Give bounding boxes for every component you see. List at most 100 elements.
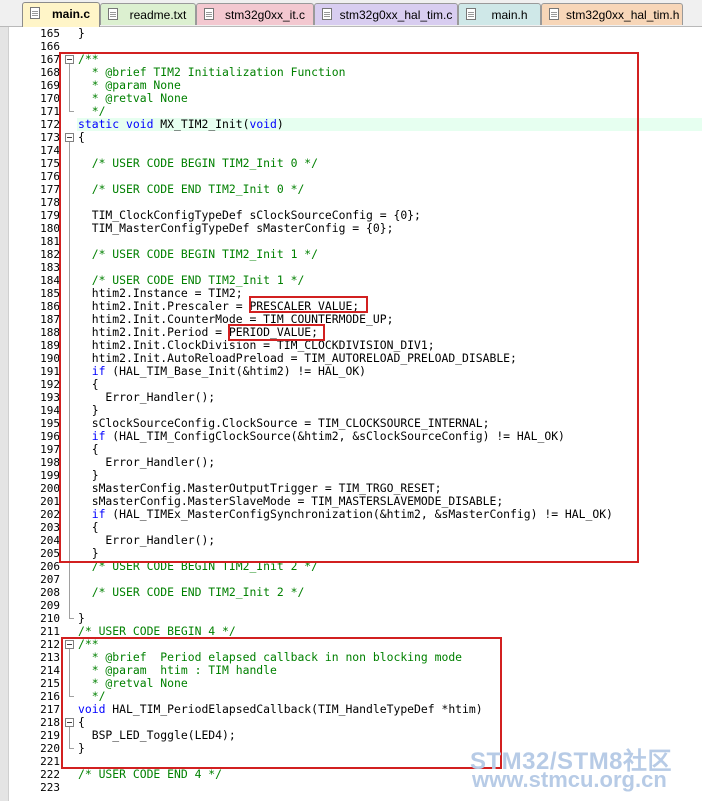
tab-label: main.h: [491, 8, 528, 22]
line-number: 181: [40, 235, 60, 248]
line-number: 215: [40, 677, 60, 690]
line-number: 212: [40, 638, 60, 651]
line-number: 188: [40, 326, 60, 339]
code-line[interactable]: if (HAL_TIM_Base_Init(&htim2) != HAL_OK): [78, 365, 366, 378]
line-number: 207: [40, 573, 60, 586]
code-line[interactable]: if (HAL_TIMEx_MasterConfigSynchronizatio…: [78, 508, 613, 521]
line-number: 196: [40, 430, 60, 443]
line-number: 173: [40, 131, 60, 144]
line-number: 203: [40, 521, 60, 534]
line-number: 202: [40, 508, 60, 521]
fold-guide: [69, 64, 70, 112]
tab-label: main.c: [51, 7, 90, 21]
file-icon: [204, 8, 214, 20]
line-number: 168: [40, 66, 60, 79]
tab-main-h[interactable]: main.h: [458, 3, 541, 25]
line-number: 183: [40, 261, 60, 274]
line-number: 166: [40, 40, 60, 53]
line-number: 220: [40, 742, 60, 755]
line-number: 177: [40, 183, 60, 196]
line-number: 184: [40, 274, 60, 287]
line-number: 211: [40, 625, 60, 638]
line-number: 198: [40, 456, 60, 469]
fold-toggle-icon[interactable]: [65, 133, 74, 142]
tab-label: readme.txt: [129, 8, 187, 22]
code-line[interactable]: {: [78, 131, 85, 144]
line-number: 210: [40, 612, 60, 625]
code-line[interactable]: }: [78, 742, 85, 755]
line-number: 165: [40, 27, 60, 40]
line-number: 169: [40, 79, 60, 92]
line-number: 214: [40, 664, 60, 677]
watermark-url: www.stmcu.org.cn: [472, 767, 667, 792]
line-number: 189: [40, 339, 60, 352]
tab-stm32g0xx-hal-tim-c[interactable]: stm32g0xx_hal_tim.c: [314, 3, 458, 25]
editor-left-margin: [0, 27, 9, 801]
tab-main-c[interactable]: main.c: [22, 2, 100, 27]
line-number: 194: [40, 404, 60, 417]
line-number: 185: [40, 287, 60, 300]
code-line[interactable]: /* USER CODE END TIM2_Init 0 */: [78, 183, 305, 196]
line-number: 221: [40, 755, 60, 768]
line-number: 171: [40, 105, 60, 118]
fold-toggle-icon[interactable]: [65, 718, 74, 727]
line-number: 175: [40, 157, 60, 170]
line-number: 199: [40, 469, 60, 482]
tab-stm32g0xx-hal-tim-h[interactable]: stm32g0xx_hal_tim.h: [541, 3, 683, 25]
line-number: 192: [40, 378, 60, 391]
tab-label: stm32g0xx_hal_tim.c: [339, 8, 453, 22]
tab-stm32g0xx-it-c[interactable]: stm32g0xx_it.c: [196, 3, 314, 25]
line-number: 206: [40, 560, 60, 573]
line-number: 201: [40, 495, 60, 508]
code-line[interactable]: BSP_LED_Toggle(LED4);: [78, 729, 236, 742]
line-number: 180: [40, 222, 60, 235]
fold-toggle-icon[interactable]: [65, 55, 74, 64]
file-icon: [108, 8, 118, 20]
line-number: 217: [40, 703, 60, 716]
code-line[interactable]: /* USER CODE BEGIN TIM2_Init 1 */: [78, 248, 318, 261]
tab-bar: main.c readme.txt stm32g0xx_it.c stm32g0xx_…: [0, 0, 702, 27]
line-number: 204: [40, 534, 60, 547]
line-number: 174: [40, 144, 60, 157]
code-editor[interactable]: 165} 166 167/** 168 * @brief TIM2 Initializ…: [0, 27, 702, 801]
fold-guide: [69, 142, 70, 619]
file-icon: [549, 8, 559, 20]
code-line[interactable]: /* USER CODE BEGIN TIM2_Init 0 */: [78, 157, 318, 170]
code-line[interactable]: /* USER CODE END 4 */: [78, 768, 222, 781]
line-number: 197: [40, 443, 60, 456]
code-line[interactable]: /* USER CODE BEGIN 4 */: [78, 625, 236, 638]
file-icon: [466, 8, 476, 20]
line-number: 223: [40, 781, 60, 794]
line-number: 222: [40, 768, 60, 781]
line-number: 186: [40, 300, 60, 313]
code-line[interactable]: /* USER CODE BEGIN TIM2_Init 2 */: [78, 560, 318, 573]
tab-label: stm32g0xx_it.c: [224, 8, 306, 22]
line-number: 218: [40, 716, 60, 729]
line-number: 216: [40, 690, 60, 703]
code-line[interactable]: static void MX_TIM2_Init(void): [78, 118, 284, 131]
line-number: 208: [40, 586, 60, 599]
file-icon: [30, 7, 40, 19]
line-number: 172: [40, 118, 60, 131]
code-line[interactable]: if (HAL_TIM_ConfigClockSource(&htim2, &s…: [78, 430, 565, 443]
line-number: 190: [40, 352, 60, 365]
line-number: 195: [40, 417, 60, 430]
fold-guide-end: [69, 618, 74, 619]
code-line[interactable]: void HAL_TIM_PeriodElapsedCallback(TIM_H…: [78, 703, 483, 716]
line-number: 176: [40, 170, 60, 183]
fold-guide-end: [69, 748, 74, 749]
line-number: 182: [40, 248, 60, 261]
fold-guide-end: [69, 111, 74, 112]
code-line[interactable]: /* USER CODE END TIM2_Init 2 */: [78, 586, 305, 599]
code-line[interactable]: TIM_MasterConfigTypeDef sMasterConfig = …: [78, 222, 394, 235]
code-line[interactable]: }: [78, 27, 85, 40]
line-number: 193: [40, 391, 60, 404]
fold-toggle-icon[interactable]: [65, 640, 74, 649]
line-number: 200: [40, 482, 60, 495]
line-number: 205: [40, 547, 60, 560]
line-number: 170: [40, 92, 60, 105]
tab-label: stm32g0xx_hal_tim.h: [566, 8, 680, 22]
line-number: 167: [40, 53, 60, 66]
line-number: 209: [40, 599, 60, 612]
tab-readme-txt[interactable]: readme.txt: [100, 3, 196, 25]
